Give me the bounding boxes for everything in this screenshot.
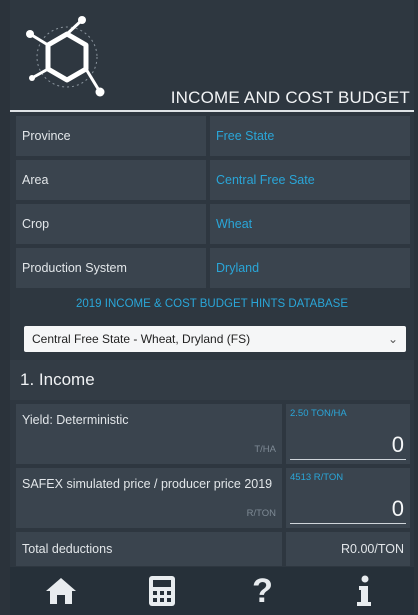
nav-home-button[interactable]	[31, 567, 91, 615]
safex-value[interactable]: 0	[392, 496, 404, 522]
input-underline	[290, 523, 406, 524]
nav-info-button[interactable]	[334, 567, 394, 615]
yield-row: Yield: Deterministic T/HA 2.50 TON/HA 0	[16, 404, 410, 464]
chevron-down-icon: ⌄	[387, 332, 398, 346]
province-value[interactable]: Free State	[210, 116, 410, 156]
field-row-area[interactable]: Area Central Free Sate	[16, 160, 410, 200]
header: INCOME AND COST BUDGET	[10, 0, 414, 112]
safex-label-cell: SAFEX simulated price / producer price 2…	[16, 468, 282, 528]
yield-hint: 2.50 TON/HA	[290, 408, 347, 419]
yield-unit: T/HA	[254, 444, 276, 455]
field-label: Area	[16, 160, 206, 200]
molecule-logo-icon	[26, 16, 105, 97]
budget-select[interactable]: Central Free State - Wheat, Dryland (FS)…	[24, 326, 406, 352]
area-value[interactable]: Central Free Sate	[210, 160, 410, 200]
field-label: Production System	[16, 248, 206, 288]
selection-fields: Province Free State Area Central Free Sa…	[16, 116, 410, 292]
yield-label: Yield: Deterministic	[22, 413, 129, 427]
field-label: Crop	[16, 204, 206, 244]
yield-input[interactable]: 2.50 TON/HA 0	[286, 404, 410, 464]
hints-database-link[interactable]: 2019 INCOME & COST BUDGET HINTS DATABASE	[10, 298, 414, 310]
bottom-nav: ?	[10, 567, 414, 615]
deductions-label: Total deductions	[16, 532, 282, 566]
page-title: INCOME AND COST BUDGET	[170, 88, 410, 107]
safex-label: SAFEX simulated price / producer price 2…	[22, 477, 273, 491]
deductions-value: R0.00/TON	[286, 532, 410, 566]
crop-value[interactable]: Wheat	[210, 204, 410, 244]
section-title-income: 1. Income	[10, 360, 414, 400]
input-underline	[290, 459, 406, 460]
budget-select-value: Central Free State - Wheat, Dryland (FS)	[32, 332, 251, 346]
field-row-production-system[interactable]: Production System Dryland	[16, 248, 410, 288]
production-system-value[interactable]: Dryland	[210, 248, 410, 288]
nav-help-button[interactable]: ?	[233, 567, 293, 615]
safex-hint: 4513 R/TON	[290, 472, 344, 483]
home-icon	[45, 578, 76, 604]
calculator-icon	[148, 576, 175, 606]
info-icon	[356, 575, 371, 606]
yield-value[interactable]: 0	[392, 432, 404, 458]
title-divider	[10, 110, 414, 112]
help-icon: ?	[252, 572, 273, 610]
field-label: Province	[16, 116, 206, 156]
safex-row: SAFEX simulated price / producer price 2…	[16, 468, 410, 528]
yield-label-cell: Yield: Deterministic T/HA	[16, 404, 282, 464]
field-row-crop[interactable]: Crop Wheat	[16, 204, 410, 244]
app-root: INCOME AND COST BUDGET Province Free Sta…	[10, 0, 414, 615]
field-row-province[interactable]: Province Free State	[16, 116, 410, 156]
nav-calculator-button[interactable]	[132, 567, 192, 615]
deductions-row: Total deductions R0.00/TON	[16, 532, 410, 566]
safex-unit: R/TON	[246, 508, 276, 519]
safex-input[interactable]: 4513 R/TON 0	[286, 468, 410, 528]
